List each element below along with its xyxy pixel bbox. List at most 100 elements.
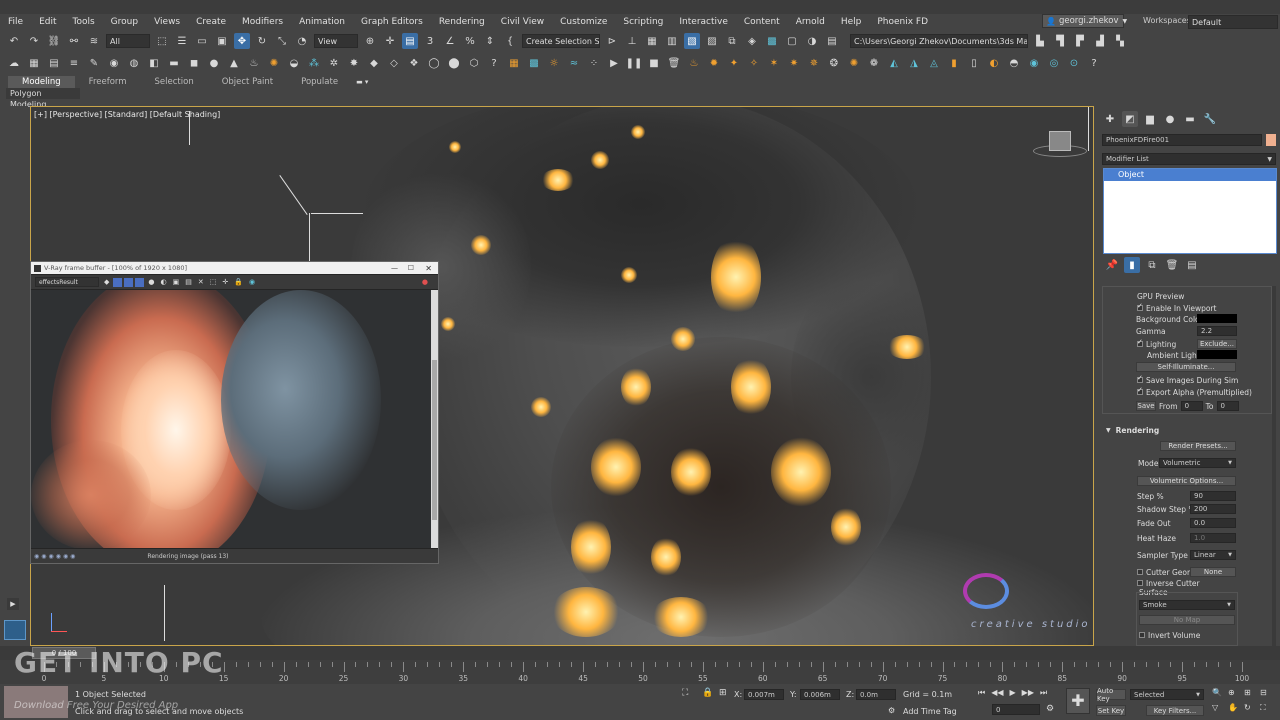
menu-customize[interactable]: Customize [552,17,615,27]
pan-icon[interactable]: ✋ [1228,703,1244,719]
spinner-snap-icon[interactable]: ⇕ [482,33,498,49]
tab-selection[interactable]: Selection [141,76,208,88]
modifier-stack[interactable]: Object [1103,168,1277,254]
play-icon[interactable]: ▶ [606,55,622,71]
export-alpha-checkbox[interactable]: Export Alpha (Premultiplied) [1137,386,1252,398]
no-map-button[interactable]: No Map [1139,615,1235,625]
project-folder-settings-icon[interactable]: ▟ [1092,33,1108,49]
fov-icon[interactable]: ▽ [1212,703,1228,719]
toggle-ribbon-icon[interactable]: ▧ [684,33,700,49]
vfb-stop-icon[interactable]: ● [422,278,428,286]
isolate-selection-icon[interactable]: ⛶ [682,688,688,698]
vfb-alpha-icon[interactable]: ● [148,278,154,286]
invert-volume-checkbox[interactable]: Invert Volume [1139,629,1200,641]
go-to-start-icon[interactable]: ⏮ [978,688,985,698]
checkbox-unchecked[interactable] [1139,632,1145,638]
hierarchy-tab-icon[interactable]: ▆ [1142,111,1158,127]
toggle-layer-explorer-icon[interactable]: ▥ [664,33,680,49]
checkbox-checked[interactable] [1137,386,1143,395]
background-color-swatch[interactable] [1197,314,1237,323]
preset-fog-icon[interactable]: ❁ [866,55,882,71]
vfb-green-channel-icon[interactable] [124,277,134,287]
cutter-geom-pick-button[interactable]: None [1190,567,1236,577]
snap-icon[interactable]: 3 [422,33,438,49]
material-editor-icon[interactable]: ◈ [744,33,760,49]
menu-file[interactable]: File [0,17,31,27]
fade-out-spinner[interactable]: 0.0 [1190,518,1236,528]
preset-pour-icon[interactable]: ◬ [926,55,942,71]
vray-light-icon[interactable]: ❖ [406,55,422,71]
scale-icon[interactable]: ⤡ [274,33,290,49]
preset-flame-icon[interactable]: ✵ [806,55,822,71]
viewport-label[interactable]: [+] [Perspective] [Standard] [Default Sh… [34,110,220,119]
modifier-list-dropdown[interactable]: Modifier List ▼ [1102,153,1276,165]
display-tab-icon[interactable]: ▬ [1182,111,1198,127]
place-icon[interactable]: ◔ [294,33,310,49]
self-illuminate-button[interactable]: Self-Illuminate... [1136,362,1236,372]
vfb-lock-icon[interactable]: 🔒 [234,278,243,286]
add-time-tag[interactable]: Add Time Tag [903,707,957,716]
decal-icon[interactable]: ◇ [386,55,402,71]
vfb-track-icon[interactable]: ✛ [222,278,228,286]
menu-create[interactable]: Create [188,17,234,27]
create-tab-icon[interactable]: ✚ [1102,111,1118,127]
vfb-render-icon[interactable]: ◉ [249,278,255,286]
preset-smoke-icon[interactable]: ✷ [786,55,802,71]
help-circle-icon[interactable]: ? [486,55,502,71]
rect-region-icon[interactable]: ▭ [194,33,210,49]
pause-icon[interactable]: ❚❚ [626,55,643,71]
render-iterative-icon[interactable]: ▤ [824,33,840,49]
object-color-swatch[interactable] [1266,134,1276,146]
key-filters-button[interactable]: Key Filters... [1146,705,1204,716]
menu-interactive[interactable]: Interactive [671,17,735,27]
rendering-rollout-header[interactable]: ▼ Rendering [1106,424,1159,436]
zoom-icon[interactable]: 🔍 [1212,688,1228,703]
heat-haze-spinner[interactable]: 1.0 [1190,533,1236,543]
menu-views[interactable]: Views [146,17,188,27]
menu-help[interactable]: Help [833,17,870,27]
tab-object-paint[interactable]: Object Paint [208,76,287,88]
vfb-region-icon[interactable]: ⬚ [210,278,217,286]
displace-icon[interactable]: ✸ [346,55,362,71]
tab-populate[interactable]: Populate [287,76,352,88]
vfb-load-icon[interactable]: ▤ [185,278,192,286]
maximize-icon[interactable]: ☐ [408,264,414,272]
make-unique-icon[interactable]: ⧉ [1144,257,1160,273]
preset-candle-icon[interactable]: ✦ [726,55,742,71]
to-spinner[interactable]: 0 [1216,401,1239,411]
preset-oil-icon[interactable]: ◐ [986,55,1002,71]
sun-icon[interactable]: ✺ [266,55,282,71]
toggle-scene-explorer-icon[interactable]: ▦ [644,33,660,49]
phoenix-source-icon[interactable]: ☼ [546,55,562,71]
curve-editor-icon[interactable]: ▨ [704,33,720,49]
scene-icon[interactable]: ☁ [6,55,22,71]
phoenix-fire-icon[interactable]: ▦ [506,55,522,71]
y-coordinate-field[interactable]: 0.006m [800,689,840,700]
vray-material-icon[interactable]: ⬤ [446,55,462,71]
percent-snap-icon[interactable]: % [462,33,478,49]
vfb-scrollbar[interactable] [431,290,438,548]
menu-arnold[interactable]: Arnold [788,17,833,27]
bind-spacewarp-icon[interactable]: ≋ [86,33,102,49]
preset-bonfire-icon[interactable]: ✺ [846,55,862,71]
preset-burner-icon[interactable]: ✶ [766,55,782,71]
align-icon[interactable]: ⊥ [624,33,640,49]
vfb-color-icon[interactable]: ◆ [104,278,109,286]
vfb-mono-icon[interactable]: ◐ [161,278,167,286]
preset-honey-icon[interactable]: ◓ [1006,55,1022,71]
stack-item-object[interactable]: Object [1104,169,1276,181]
motion-tab-icon[interactable]: ● [1162,111,1178,127]
viewport-layout-icon[interactable] [4,620,26,640]
unlink-icon[interactable]: ⚯ [66,33,82,49]
phoenix-help-icon[interactable]: ? [1086,55,1102,71]
project-path-field[interactable]: C:\Users\Georgi Zhekov\Documents\3ds Max… [850,34,1028,48]
vfb-blue-channel-icon[interactable] [135,277,145,287]
vfb-channel-dropdown[interactable]: effectsResult [35,277,99,287]
shadow-step-spinner[interactable]: 200 [1190,504,1236,514]
helper-icon[interactable]: ✎ [86,55,102,71]
preset-torch-icon[interactable]: ✧ [746,55,762,71]
time-config-icon[interactable]: ⚙ [1046,704,1054,714]
ambient-light-swatch[interactable] [1197,350,1237,359]
edit-named-selection-icon[interactable]: { [502,33,518,49]
checkbox-unchecked[interactable] [1137,569,1143,575]
